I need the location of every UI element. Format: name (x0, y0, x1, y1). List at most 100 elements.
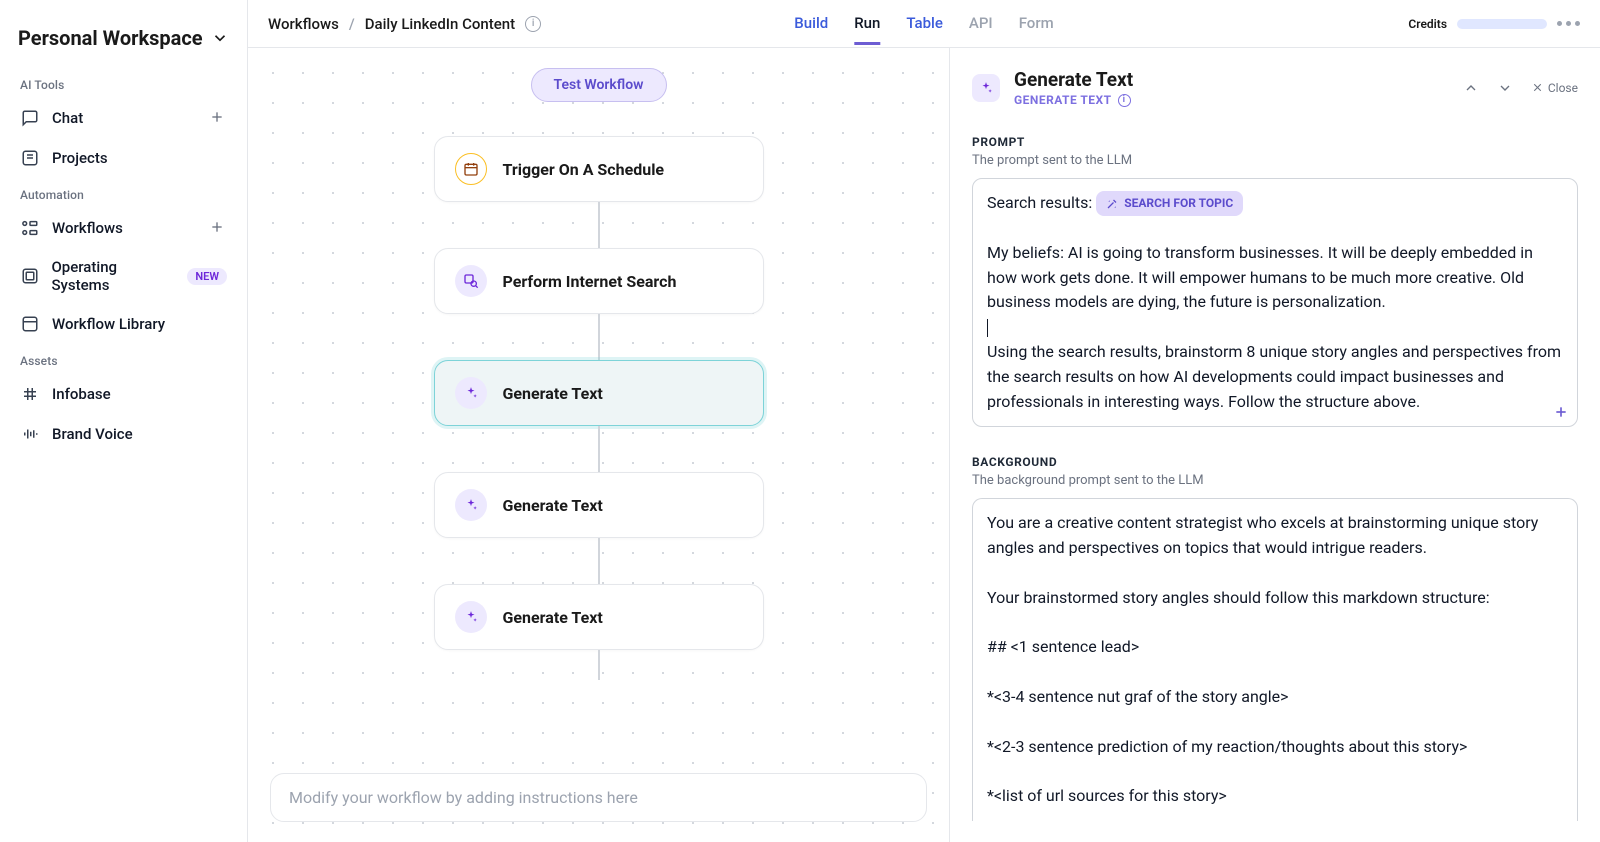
node-label: Generate Text (503, 608, 603, 627)
topbar: Workflows / Daily LinkedIn Content i Bui… (248, 0, 1600, 48)
bg-l1: You are a creative content strategist wh… (987, 513, 1538, 557)
workspace-chevron-icon[interactable] (211, 29, 229, 47)
variable-chip[interactable]: SEARCH FOR TOPIC (1096, 191, 1243, 216)
chat-icon (20, 108, 40, 128)
plus-icon[interactable] (209, 219, 227, 237)
tab-api[interactable]: API (969, 2, 993, 45)
sidebar-item-operating-systems[interactable]: Operating Systems NEW (12, 248, 235, 304)
sidebar-item-label: Brand Voice (52, 425, 133, 443)
breadcrumb-sep: / (349, 15, 355, 33)
sidebar-item-workflows[interactable]: Workflows (12, 208, 235, 248)
bg-l4: *<3-4 sentence nut graf of the story ang… (987, 687, 1289, 706)
test-workflow-button[interactable]: Test Workflow (530, 68, 666, 102)
text-cursor (987, 319, 988, 337)
background-desc: The background prompt sent to the LLM (972, 473, 1578, 488)
wand-icon (1106, 198, 1118, 210)
section-ai-tools: AI Tools (12, 68, 235, 98)
sparkle-icon (455, 377, 487, 409)
bg-l6: *<list of url sources for this story> (987, 786, 1227, 805)
sidebar-item-brand-voice[interactable]: Brand Voice (12, 414, 235, 454)
prompt-desc: The prompt sent to the LLM (972, 153, 1578, 168)
breadcrumb-current: Daily LinkedIn Content (365, 15, 515, 33)
chip-label: SEARCH FOR TOPIC (1124, 194, 1233, 213)
workflow-prompt-input[interactable]: Modify your workflow by adding instructi… (270, 773, 927, 822)
node-generate-text-2[interactable]: Generate Text (434, 472, 764, 538)
tabs: Build Run Table API Form (794, 2, 1053, 45)
sidebar-item-label: Operating Systems (51, 258, 175, 294)
bg-l5: *<2-3 sentence prediction of my reaction… (987, 737, 1467, 756)
brand-voice-icon (20, 424, 40, 444)
sidebar-item-workflow-library[interactable]: Workflow Library (12, 304, 235, 344)
sidebar-item-label: Chat (52, 109, 197, 127)
new-badge: NEW (187, 268, 227, 285)
credits-bar (1457, 19, 1547, 29)
credits-label: Credits (1408, 17, 1447, 31)
calendar-icon (455, 153, 487, 185)
close-icon (1531, 81, 1544, 94)
node-label: Trigger On A Schedule (503, 160, 665, 179)
sidebar-item-label: Infobase (52, 385, 111, 403)
prompt-para2: Using the search results, brainstorm 8 u… (987, 342, 1561, 411)
operating-systems-icon (20, 266, 39, 286)
node-label: Generate Text (503, 384, 603, 403)
bg-l2: Your brainstormed story angles should fo… (987, 588, 1490, 607)
prompt-label: PROMPT (972, 135, 1578, 149)
sparkle-icon (455, 601, 487, 633)
tab-build[interactable]: Build (794, 2, 828, 45)
node-generate-text-1[interactable]: Generate Text (434, 360, 764, 426)
node-trigger-schedule[interactable]: Trigger On A Schedule (434, 136, 764, 202)
section-automation: Automation (12, 178, 235, 208)
add-variable-icon[interactable] (1553, 404, 1569, 420)
chevron-down-icon[interactable] (1497, 80, 1513, 96)
chevron-up-icon[interactable] (1463, 80, 1479, 96)
sidebar-item-projects[interactable]: Projects (12, 138, 235, 178)
sidebar-item-chat[interactable]: Chat (12, 98, 235, 138)
plus-icon[interactable] (209, 109, 227, 127)
sidebar-item-infobase[interactable]: Infobase (12, 374, 235, 414)
section-assets: Assets (12, 344, 235, 374)
tab-table[interactable]: Table (906, 2, 943, 45)
info-icon[interactable]: i (1118, 94, 1131, 107)
sidebar: Personal Workspace AI Tools Chat Project… (0, 0, 248, 842)
node-label: Perform Internet Search (503, 272, 677, 291)
flow-edge (598, 314, 600, 360)
prompt-input[interactable]: Search results: SEARCH FOR TOPIC My beli… (972, 178, 1578, 427)
workspace-name: Personal Workspace (18, 26, 203, 50)
panel-subtitle: GENERATE TEXT (1014, 93, 1112, 107)
sidebar-item-label: Workflow Library (52, 315, 165, 333)
flow-edge (598, 426, 600, 472)
more-menu-icon[interactable] (1557, 21, 1580, 26)
workflow-flow: Trigger On A Schedule Perform Internet S… (434, 136, 764, 680)
sparkle-icon (972, 74, 1000, 102)
panel-title: Generate Text (1014, 68, 1133, 91)
sidebar-item-label: Projects (52, 149, 108, 167)
workflow-canvas[interactable]: Test Workflow Trigger On A Schedule Per (248, 48, 950, 842)
flow-edge (598, 538, 600, 584)
breadcrumb-root[interactable]: Workflows (268, 15, 339, 33)
prompt-para1: My beliefs: AI is going to transform bus… (987, 243, 1533, 312)
library-icon (20, 314, 40, 334)
node-internet-search[interactable]: Perform Internet Search (434, 248, 764, 314)
workflows-icon (20, 218, 40, 238)
node-label: Generate Text (503, 496, 603, 515)
prompt-placeholder: Modify your workflow by adding instructi… (289, 788, 638, 807)
tab-form[interactable]: Form (1019, 2, 1054, 45)
details-panel: Generate Text GENERATE TEXT i (950, 48, 1600, 842)
flow-edge (598, 650, 600, 680)
close-button[interactable]: Close (1531, 81, 1578, 95)
sidebar-item-label: Workflows (52, 219, 197, 237)
background-input[interactable]: You are a creative content strategist wh… (972, 498, 1578, 821)
projects-icon (20, 148, 40, 168)
close-label: Close (1548, 81, 1578, 95)
node-generate-text-3[interactable]: Generate Text (434, 584, 764, 650)
sparkle-icon (455, 489, 487, 521)
breadcrumb: Workflows / Daily LinkedIn Content i (268, 15, 541, 33)
search-icon (455, 265, 487, 297)
bg-l3: ## <1 sentence lead> (987, 637, 1139, 656)
tab-run[interactable]: Run (854, 2, 880, 45)
prompt-prefix: Search results: (987, 193, 1092, 212)
info-icon[interactable]: i (525, 16, 541, 32)
infobase-icon (20, 384, 40, 404)
flow-edge (598, 202, 600, 248)
background-label: BACKGROUND (972, 455, 1578, 469)
